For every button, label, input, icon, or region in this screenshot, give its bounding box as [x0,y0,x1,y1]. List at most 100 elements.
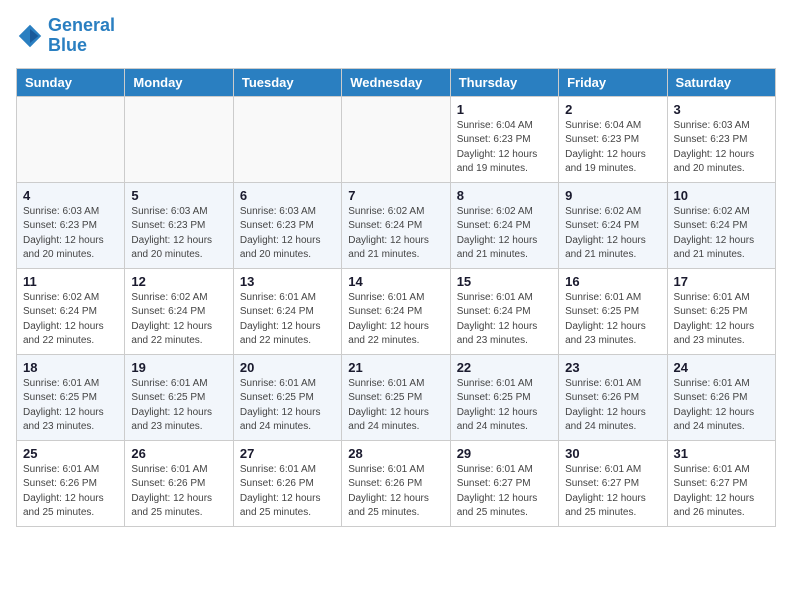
day-number: 31 [674,446,769,461]
day-number: 14 [348,274,443,289]
week-row-3: 11Sunrise: 6:02 AM Sunset: 6:24 PM Dayli… [17,268,776,354]
day-info: Sunrise: 6:01 AM Sunset: 6:27 PM Dayligh… [674,463,769,521]
day-number: 5 [131,188,226,203]
logo-icon [16,22,44,50]
day-info: Sunrise: 6:01 AM Sunset: 6:24 PM Dayligh… [348,291,443,349]
weekday-header-thursday: Thursday [450,68,558,96]
calendar-cell: 14 Sunrise: 6:01 AM Sunset: 6:24 PM Dayli… [342,268,450,354]
day-info: Sunrise: 6:03 AM Sunset: 6:23 PM Dayligh… [23,205,118,263]
day-number: 12 [131,274,226,289]
calendar-cell: 9 Sunrise: 6:02 AM Sunset: 6:24 PM Daylig… [559,182,667,268]
day-info: Sunrise: 6:01 AM Sunset: 6:25 PM Dayligh… [23,377,118,435]
calendar-cell: 7 Sunrise: 6:02 AM Sunset: 6:24 PM Daylig… [342,182,450,268]
day-number: 29 [457,446,552,461]
calendar-cell: 21Sunrise: 6:01 AM Sunset: 6:25 PM Dayli… [342,354,450,440]
calendar-cell: 11Sunrise: 6:02 AM Sunset: 6:24 PM Dayli… [17,268,125,354]
day-number: 17 [674,274,769,289]
week-row-2: 4 Sunrise: 6:03 AM Sunset: 6:23 PM Daylig… [17,182,776,268]
day-number: 27 [240,446,335,461]
calendar-cell: 16 Sunrise: 6:01 AM Sunset: 6:25 PM Dayli… [559,268,667,354]
calendar-cell [17,96,125,182]
calendar-cell: 31 Sunrise: 6:01 AM Sunset: 6:27 PM Dayli… [667,440,775,526]
day-info: Sunrise: 6:01 AM Sunset: 6:26 PM Dayligh… [348,463,443,521]
day-number: 22 [457,360,552,375]
day-number: 16 [565,274,660,289]
calendar-cell: 27Sunrise: 6:01 AM Sunset: 6:26 PM Dayli… [233,440,341,526]
day-info: Sunrise: 6:01 AM Sunset: 6:25 PM Dayligh… [457,377,552,435]
calendar-cell: 19 Sunrise: 6:01 AM Sunset: 6:25 PM Dayli… [125,354,233,440]
weekday-header-row: SundayMondayTuesdayWednesdayThursdayFrid… [17,68,776,96]
calendar-cell: 30Sunrise: 6:01 AM Sunset: 6:27 PM Dayli… [559,440,667,526]
weekday-header-wednesday: Wednesday [342,68,450,96]
day-number: 2 [565,102,660,117]
calendar-cell [125,96,233,182]
calendar-cell: 4 Sunrise: 6:03 AM Sunset: 6:23 PM Daylig… [17,182,125,268]
calendar-cell: 18 Sunrise: 6:01 AM Sunset: 6:25 PM Dayli… [17,354,125,440]
day-number: 19 [131,360,226,375]
calendar-cell: 26 Sunrise: 6:01 AM Sunset: 6:26 PM Dayli… [125,440,233,526]
day-number: 4 [23,188,118,203]
day-number: 24 [674,360,769,375]
day-info: Sunrise: 6:04 AM Sunset: 6:23 PM Dayligh… [457,119,552,177]
day-number: 7 [348,188,443,203]
day-number: 3 [674,102,769,117]
day-info: Sunrise: 6:02 AM Sunset: 6:24 PM Dayligh… [457,205,552,263]
day-info: Sunrise: 6:03 AM Sunset: 6:23 PM Dayligh… [131,205,226,263]
day-info: Sunrise: 6:01 AM Sunset: 6:25 PM Dayligh… [131,377,226,435]
calendar-cell: 29Sunrise: 6:01 AM Sunset: 6:27 PM Dayli… [450,440,558,526]
calendar-cell: 12Sunrise: 6:02 AM Sunset: 6:24 PM Dayli… [125,268,233,354]
day-number: 20 [240,360,335,375]
calendar-cell: 3 Sunrise: 6:03 AM Sunset: 6:23 PM Daylig… [667,96,775,182]
day-info: Sunrise: 6:01 AM Sunset: 6:24 PM Dayligh… [240,291,335,349]
calendar-cell: 13 Sunrise: 6:01 AM Sunset: 6:24 PM Dayli… [233,268,341,354]
calendar-cell: 6 Sunrise: 6:03 AM Sunset: 6:23 PM Daylig… [233,182,341,268]
day-info: Sunrise: 6:02 AM Sunset: 6:24 PM Dayligh… [348,205,443,263]
calendar-cell: 20 Sunrise: 6:01 AM Sunset: 6:25 PM Dayli… [233,354,341,440]
day-info: Sunrise: 6:04 AM Sunset: 6:23 PM Dayligh… [565,119,660,177]
calendar-cell [233,96,341,182]
calendar-cell: 10 Sunrise: 6:02 AM Sunset: 6:24 PM Dayli… [667,182,775,268]
calendar-cell [342,96,450,182]
calendar-table: SundayMondayTuesdayWednesdayThursdayFrid… [16,68,776,527]
day-number: 10 [674,188,769,203]
page-header: General Blue [16,16,776,56]
day-info: Sunrise: 6:01 AM Sunset: 6:25 PM Dayligh… [240,377,335,435]
day-number: 6 [240,188,335,203]
day-info: Sunrise: 6:01 AM Sunset: 6:27 PM Dayligh… [565,463,660,521]
logo: General Blue [16,16,115,56]
day-info: Sunrise: 6:03 AM Sunset: 6:23 PM Dayligh… [674,119,769,177]
day-info: Sunrise: 6:02 AM Sunset: 6:24 PM Dayligh… [565,205,660,263]
weekday-header-tuesday: Tuesday [233,68,341,96]
day-info: Sunrise: 6:02 AM Sunset: 6:24 PM Dayligh… [23,291,118,349]
calendar-cell: 15Sunrise: 6:01 AM Sunset: 6:24 PM Dayli… [450,268,558,354]
day-number: 28 [348,446,443,461]
weekday-header-monday: Monday [125,68,233,96]
day-number: 1 [457,102,552,117]
calendar-cell: 28 Sunrise: 6:01 AM Sunset: 6:26 PM Dayli… [342,440,450,526]
day-number: 9 [565,188,660,203]
day-info: Sunrise: 6:01 AM Sunset: 6:26 PM Dayligh… [23,463,118,521]
day-info: Sunrise: 6:01 AM Sunset: 6:26 PM Dayligh… [674,377,769,435]
day-info: Sunrise: 6:01 AM Sunset: 6:25 PM Dayligh… [565,291,660,349]
day-number: 25 [23,446,118,461]
day-info: Sunrise: 6:01 AM Sunset: 6:26 PM Dayligh… [131,463,226,521]
day-info: Sunrise: 6:02 AM Sunset: 6:24 PM Dayligh… [674,205,769,263]
calendar-cell: 17Sunrise: 6:01 AM Sunset: 6:25 PM Dayli… [667,268,775,354]
day-number: 8 [457,188,552,203]
day-info: Sunrise: 6:01 AM Sunset: 6:26 PM Dayligh… [565,377,660,435]
day-number: 26 [131,446,226,461]
week-row-4: 18 Sunrise: 6:01 AM Sunset: 6:25 PM Dayli… [17,354,776,440]
week-row-1: 1 Sunrise: 6:04 AM Sunset: 6:23 PM Daylig… [17,96,776,182]
calendar-cell: 5 Sunrise: 6:03 AM Sunset: 6:23 PM Daylig… [125,182,233,268]
calendar-cell: 24 Sunrise: 6:01 AM Sunset: 6:26 PM Dayli… [667,354,775,440]
calendar-cell: 2 Sunrise: 6:04 AM Sunset: 6:23 PM Daylig… [559,96,667,182]
calendar-cell: 25 Sunrise: 6:01 AM Sunset: 6:26 PM Dayli… [17,440,125,526]
day-number: 18 [23,360,118,375]
weekday-header-sunday: Sunday [17,68,125,96]
day-number: 13 [240,274,335,289]
day-info: Sunrise: 6:03 AM Sunset: 6:23 PM Dayligh… [240,205,335,263]
calendar-cell: 23 Sunrise: 6:01 AM Sunset: 6:26 PM Dayli… [559,354,667,440]
day-number: 21 [348,360,443,375]
logo-text: General Blue [48,16,115,56]
day-number: 23 [565,360,660,375]
